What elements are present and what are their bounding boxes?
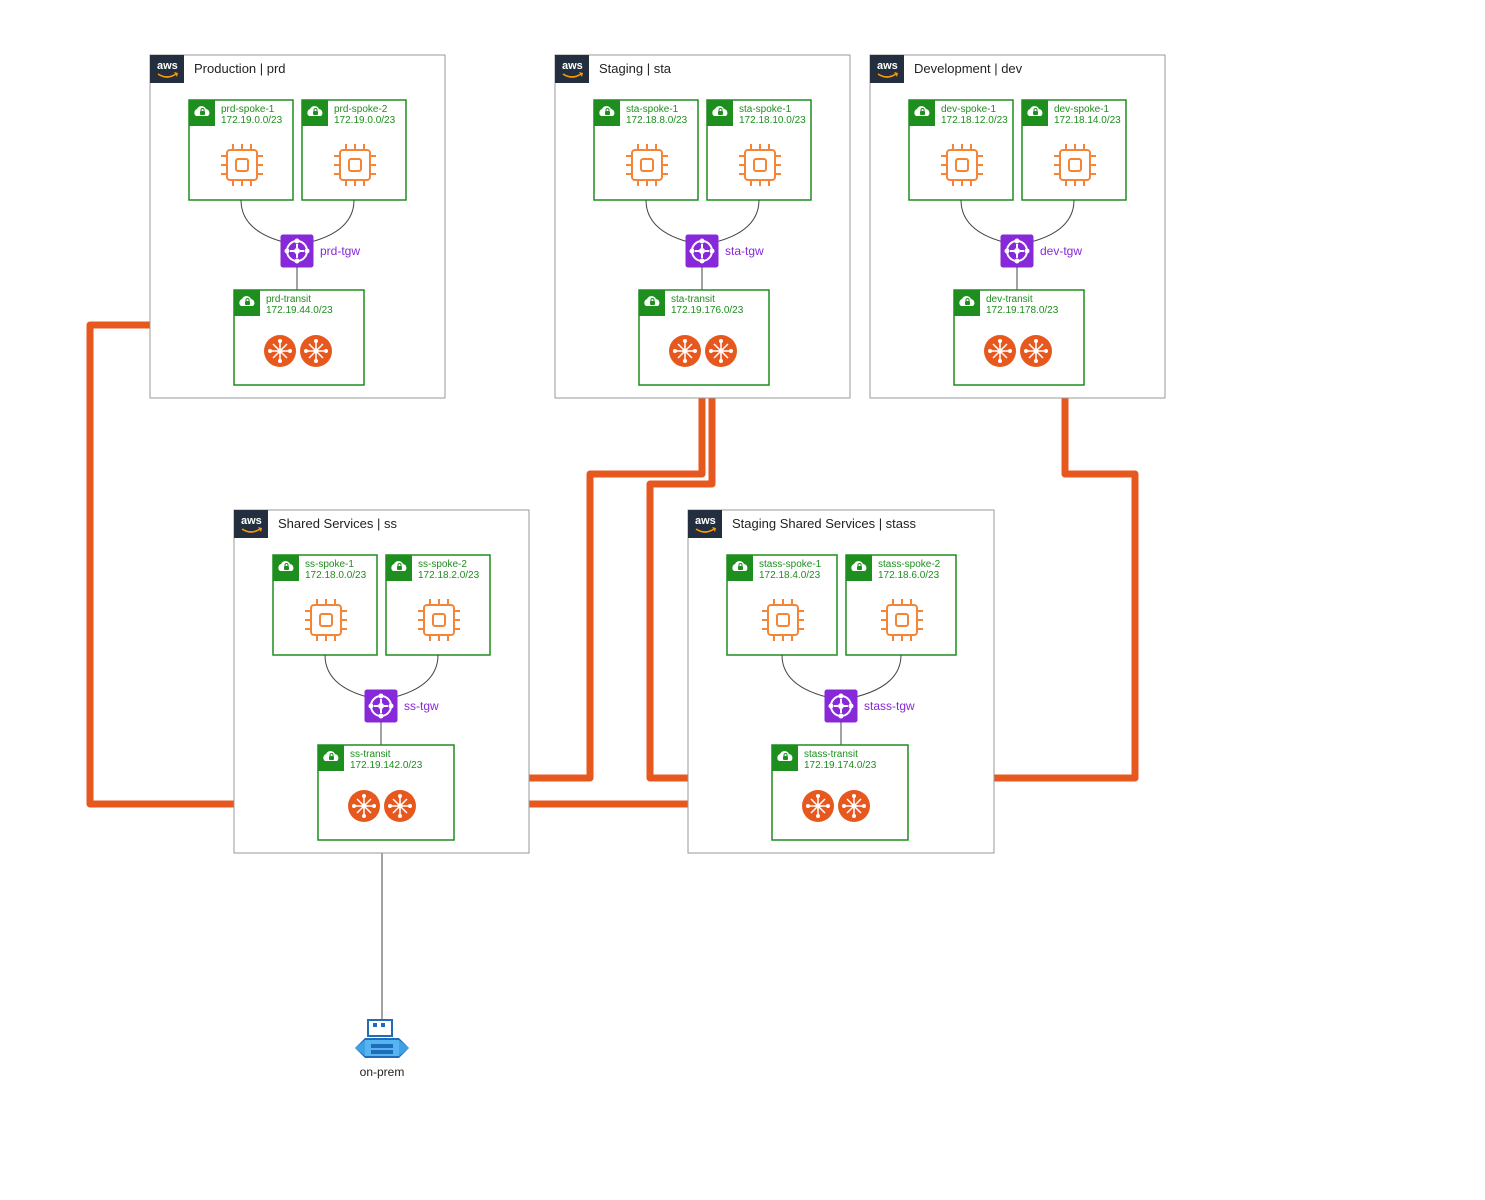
svg-text:dev-transit: dev-transit: [986, 294, 1033, 305]
svg-text:dev-spoke-1: dev-spoke-1: [1054, 104, 1109, 115]
svg-text:172.19.176.0/23: 172.19.176.0/23: [671, 305, 744, 316]
account-dev: Development | dev dev-spoke-1 172.18.12.…: [870, 55, 1165, 398]
vpc-sta-spoke-2: sta-spoke-1 172.18.10.0/23: [707, 100, 811, 200]
vpc-ss-spoke-2: ss-spoke-2 172.18.2.0/23: [386, 555, 490, 655]
network-diagram: aws: [0, 0, 1485, 1200]
vpc-prd-transit: prd-transit 172.19.44.0/23: [234, 290, 364, 385]
vpc-cidr: 172.19.0.0/23: [334, 115, 396, 126]
vpc-sta-transit: sta-transit 172.19.176.0/23: [639, 290, 769, 385]
svg-text:sta-spoke-1: sta-spoke-1: [626, 104, 679, 115]
svg-text:sta-spoke-1: sta-spoke-1: [739, 104, 792, 115]
vpc-prd-spoke-2: prd-spoke-2 172.19.0.0/23: [302, 100, 406, 200]
vpc-name: prd-transit: [266, 294, 311, 305]
vpc-ss-spoke-1: ss-spoke-1 172.18.0.0/23: [273, 555, 377, 655]
svg-text:stass-spoke-2: stass-spoke-2: [878, 559, 941, 570]
vpc-prd-spoke-1: prd-spoke-1 172.19.0.0/23: [189, 100, 293, 200]
account-title: Production | prd: [194, 61, 286, 76]
svg-text:ss-tgw: ss-tgw: [404, 699, 439, 713]
svg-text:172.19.174.0/23: 172.19.174.0/23: [804, 760, 877, 771]
svg-text:172.19.178.0/23: 172.19.178.0/23: [986, 305, 1059, 316]
tgw-icon: [281, 235, 313, 267]
vpc-name: prd-spoke-1: [221, 104, 275, 115]
vpc-dev-transit: dev-transit 172.19.178.0/23: [954, 290, 1084, 385]
svg-text:dev-spoke-1: dev-spoke-1: [941, 104, 996, 115]
svg-text:Development | dev: Development | dev: [914, 61, 1023, 76]
vpc-cidr: 172.19.0.0/23: [221, 115, 283, 126]
svg-text:ss-spoke-2: ss-spoke-2: [418, 559, 467, 570]
svg-text:172.18.10.0/23: 172.18.10.0/23: [739, 115, 806, 126]
vpc-icon: [302, 100, 328, 126]
svg-text:stass-tgw: stass-tgw: [864, 699, 915, 713]
datacenter-icon: [355, 1020, 409, 1058]
svg-text:dev-tgw: dev-tgw: [1040, 244, 1082, 258]
onprem-label: on-prem: [360, 1065, 405, 1079]
vpc-stass-spoke-2: stass-spoke-2 172.18.6.0/23: [846, 555, 956, 655]
vpc-name: prd-spoke-2: [334, 104, 388, 115]
svg-text:sta-tgw: sta-tgw: [725, 244, 764, 258]
vpc-dev-spoke-1: dev-spoke-1 172.18.12.0/23: [909, 100, 1013, 200]
svg-text:172.18.12.0/23: 172.18.12.0/23: [941, 115, 1008, 126]
svg-text:Staging | sta: Staging | sta: [599, 61, 672, 76]
vpc-ss-transit: ss-transit 172.19.142.0/23: [318, 745, 454, 840]
onprem: on-prem: [355, 1020, 409, 1079]
svg-text:ss-spoke-1: ss-spoke-1: [305, 559, 354, 570]
vpc-stass-spoke-1: stass-spoke-1 172.18.4.0/23: [727, 555, 837, 655]
svg-text:172.19.142.0/23: 172.19.142.0/23: [350, 760, 423, 771]
account-ss: Shared Services | ss ss-spoke-1 172.18.0…: [234, 510, 529, 853]
svg-text:stass-transit: stass-transit: [804, 749, 858, 760]
svg-text:172.18.4.0/23: 172.18.4.0/23: [759, 570, 821, 581]
svg-text:ss-transit: ss-transit: [350, 749, 391, 760]
svg-text:Shared Services | ss: Shared Services | ss: [278, 516, 397, 531]
vpc-sta-spoke-1: sta-spoke-1 172.18.8.0/23: [594, 100, 698, 200]
aws-icon: [150, 55, 184, 83]
account-stass: Staging Shared Services | stass stass-sp…: [688, 510, 994, 853]
account-sta: Staging | sta sta-spoke-1 172.18.8.0/23 …: [555, 55, 850, 398]
svg-text:172.18.0.0/23: 172.18.0.0/23: [305, 570, 367, 581]
vpc-icon: [189, 100, 215, 126]
svg-text:172.18.6.0/23: 172.18.6.0/23: [878, 570, 940, 581]
svg-text:stass-spoke-1: stass-spoke-1: [759, 559, 822, 570]
vpc-dev-spoke-2: dev-spoke-1 172.18.14.0/23: [1022, 100, 1126, 200]
tgw-label: prd-tgw: [320, 244, 360, 258]
vpc-cidr: 172.19.44.0/23: [266, 305, 333, 316]
svg-text:172.18.2.0/23: 172.18.2.0/23: [418, 570, 480, 581]
svg-text:sta-transit: sta-transit: [671, 294, 715, 305]
svg-text:Staging Shared Services | stas: Staging Shared Services | stass: [732, 516, 917, 531]
vpc-icon: [234, 290, 260, 316]
svg-text:172.18.8.0/23: 172.18.8.0/23: [626, 115, 688, 126]
svg-text:172.18.14.0/23: 172.18.14.0/23: [1054, 115, 1121, 126]
vpc-stass-transit: stass-transit 172.19.174.0/23: [772, 745, 908, 840]
account-prd: Production | prd prd-spoke-1 172.19.0.0/…: [150, 55, 445, 398]
